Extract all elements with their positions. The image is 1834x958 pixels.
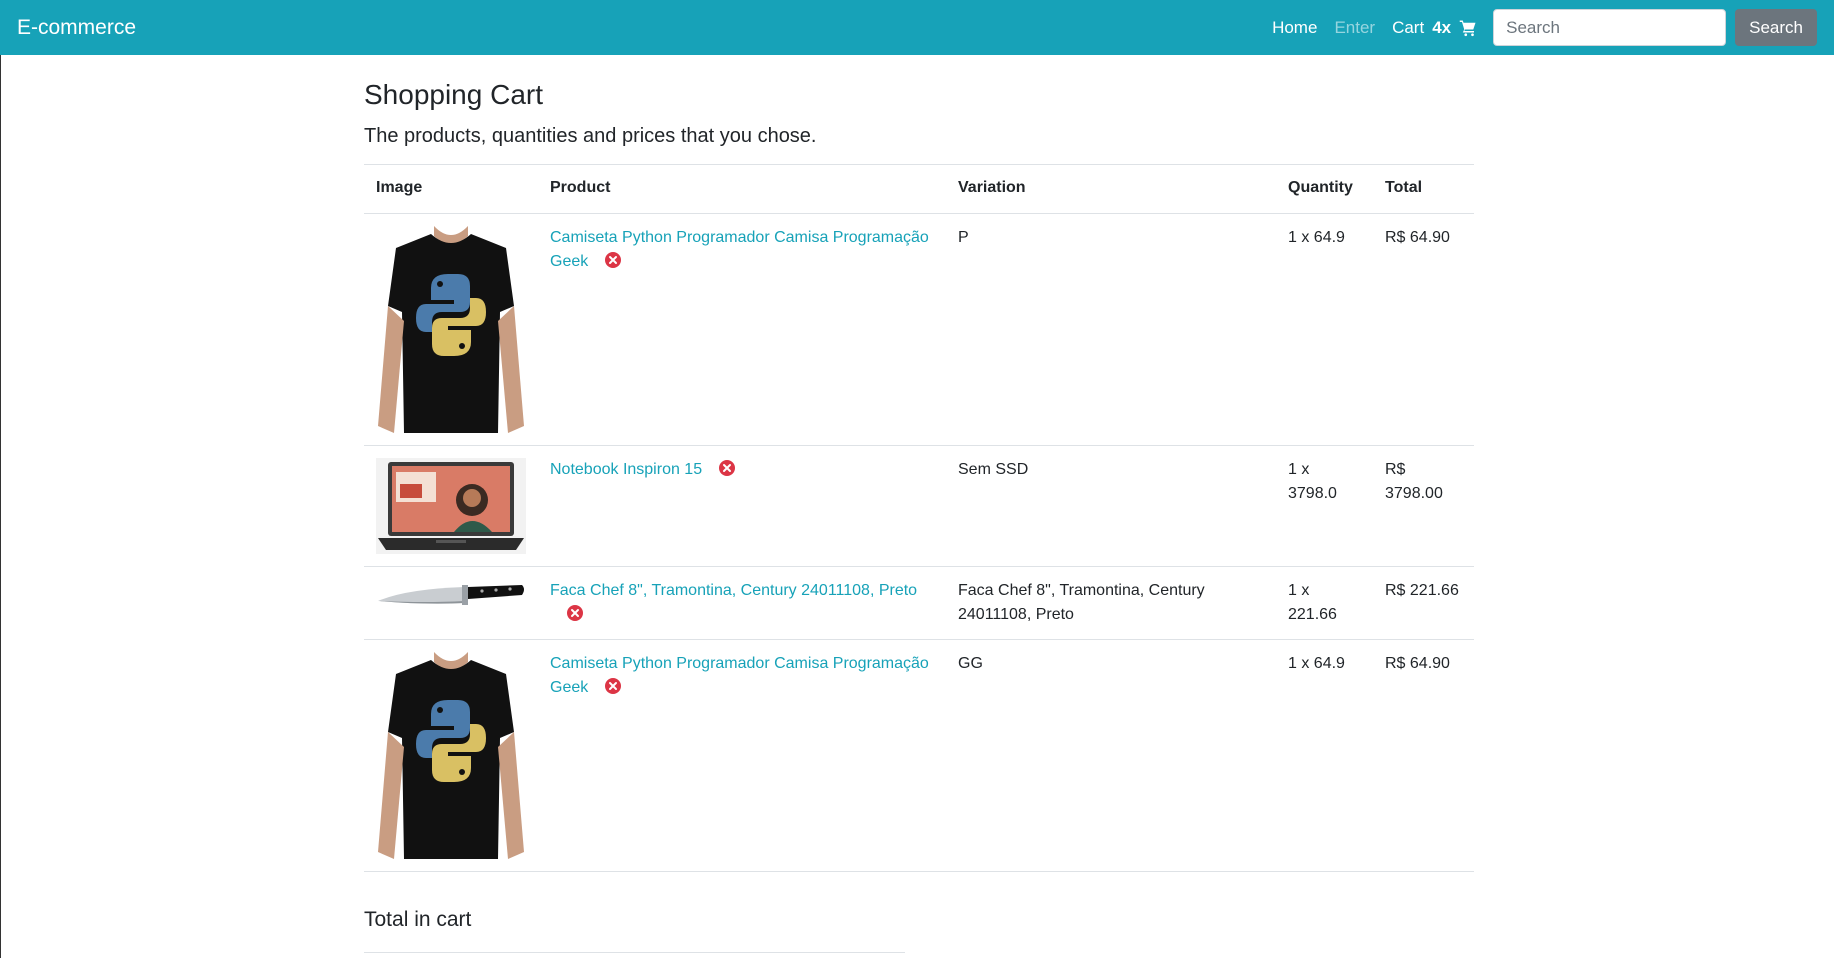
tshirt-image[interactable] xyxy=(376,226,526,433)
header-variation: Variation xyxy=(946,164,1276,214)
variation-cell: Sem SSD xyxy=(946,445,1276,567)
table-row: Camiseta Python Programador Camisa Progr… xyxy=(364,213,1474,446)
product-cell: Notebook Inspiron 15 xyxy=(538,445,946,567)
total-divider xyxy=(364,952,905,953)
remove-item-icon[interactable] xyxy=(567,605,583,621)
product-link[interactable]: Faca Chef 8", Tramontina, Century 240111… xyxy=(550,582,917,599)
page-left-border xyxy=(0,55,1,958)
product-image-cell xyxy=(364,566,538,640)
nav-cart-link[interactable]: Cart 4x xyxy=(1392,18,1477,38)
nav-enter-link[interactable]: Enter xyxy=(1334,18,1375,38)
laptop-image[interactable] xyxy=(376,458,526,554)
total-cell: R$ 64.90 xyxy=(1373,639,1474,872)
table-row: Camiseta Python Programador Camisa Progr… xyxy=(364,639,1474,872)
nav-right: Home Enter Cart 4x Search xyxy=(1272,9,1817,46)
product-link[interactable]: Notebook Inspiron 15 xyxy=(550,461,702,478)
header-product: Product xyxy=(538,164,946,214)
quantity-cell: 1 x 64.9 xyxy=(1276,639,1373,872)
remove-item-icon[interactable] xyxy=(605,252,622,268)
product-cell: Camiseta Python Programador Camisa Progr… xyxy=(538,639,946,872)
total-cell: R$ 3798.00 xyxy=(1373,445,1474,567)
cart-count-badge: 4x xyxy=(1432,17,1452,37)
product-image-cell xyxy=(364,445,538,567)
quantity-cell: 1 x 3798.0 xyxy=(1276,445,1373,567)
header-quantity: Quantity xyxy=(1276,164,1373,214)
variation-cell: P xyxy=(946,213,1276,446)
total-cell: R$ 64.90 xyxy=(1373,213,1474,446)
table-header-row: Image Product Variation Quantity Total xyxy=(364,164,1474,214)
page-title: Shopping Cart xyxy=(364,79,544,110)
brand-link[interactable]: E-commerce xyxy=(17,16,136,40)
main-container: Shopping Cart The products, quantities a… xyxy=(364,78,1474,872)
top-navbar: E-commerce Home Enter Cart 4x Search xyxy=(0,0,1834,55)
header-total: Total xyxy=(1373,164,1474,214)
search-input[interactable] xyxy=(1493,9,1727,46)
product-image-cell xyxy=(364,213,538,446)
header-image: Image xyxy=(364,164,538,214)
shopping-cart-icon xyxy=(1459,20,1476,36)
product-cell: Faca Chef 8", Tramontina, Century 240111… xyxy=(538,566,946,640)
nav-home-link[interactable]: Home xyxy=(1272,18,1317,38)
total-in-cart-title: Total in cart xyxy=(364,908,472,931)
table-row: Faca Chef 8", Tramontina, Century 240111… xyxy=(364,566,1474,640)
table-row: Notebook Inspiron 15 Sem SSD 1 x 3798.0 … xyxy=(364,445,1474,567)
cart-label: Cart xyxy=(1392,17,1425,37)
product-cell: Camiseta Python Programador Camisa Progr… xyxy=(538,213,946,446)
chef-knife-image[interactable] xyxy=(376,579,526,615)
tshirt-image[interactable] xyxy=(376,652,526,859)
remove-item-icon[interactable] xyxy=(605,678,622,694)
cart-table: Image Product Variation Quantity Total C… xyxy=(364,164,1474,872)
page-lead: The products, quantities and prices that… xyxy=(364,125,817,147)
total-cell: R$ 221.66 xyxy=(1373,566,1474,640)
product-image-cell xyxy=(364,639,538,872)
variation-cell: Faca Chef 8", Tramontina, Century 240111… xyxy=(946,566,1276,640)
remove-item-icon[interactable] xyxy=(719,460,736,476)
quantity-cell: 1 x 64.9 xyxy=(1276,213,1373,446)
search-button[interactable]: Search xyxy=(1735,9,1817,46)
quantity-cell: 1 x 221.66 xyxy=(1276,566,1373,640)
variation-cell: GG xyxy=(946,639,1276,872)
